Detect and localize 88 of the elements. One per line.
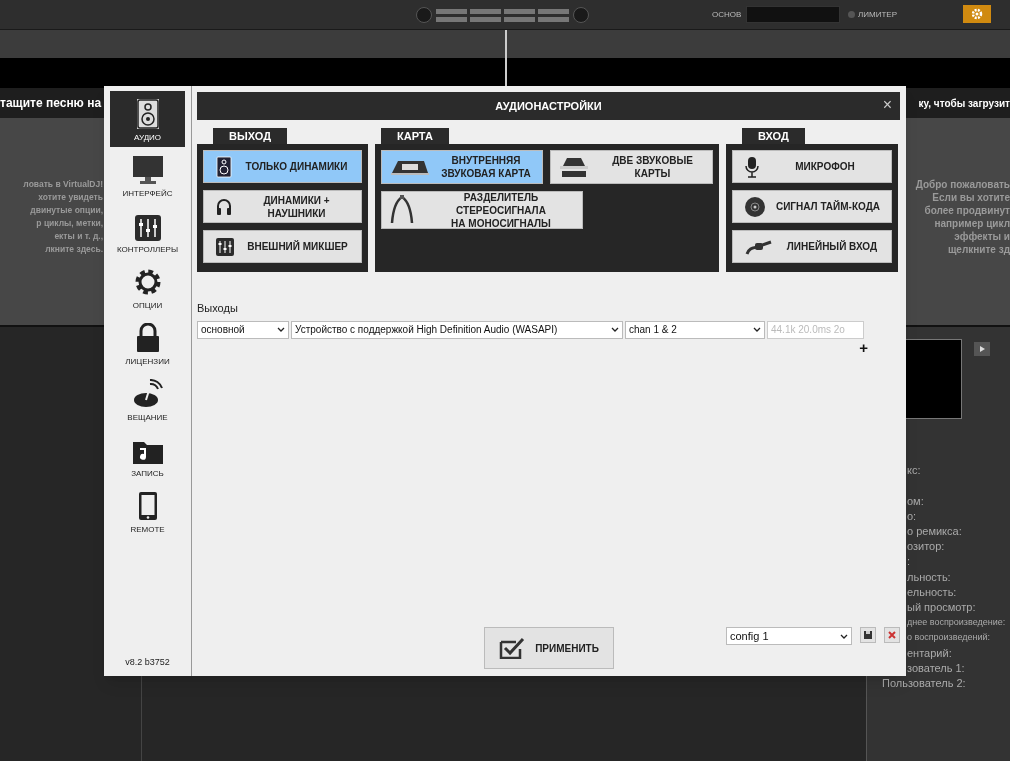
info-label: льность: xyxy=(907,569,951,585)
sidebar-tab[interactable]: REMOTE xyxy=(110,483,185,539)
info-label: о воспроизведений: xyxy=(907,630,990,644)
welcome-text: например цикл xyxy=(934,217,1010,230)
option-button[interactable]: МИКРОФОН xyxy=(732,150,892,183)
info-label: о: xyxy=(907,508,917,524)
play-button[interactable] xyxy=(974,342,990,356)
info-label: ентарий: xyxy=(907,645,952,661)
play-icon xyxy=(979,346,985,352)
microphone-icon xyxy=(745,155,759,178)
info-label: кс: xyxy=(907,463,921,479)
save-button[interactable] xyxy=(860,627,876,643)
info-label: о ремикса: xyxy=(907,524,962,540)
splitter-cable-icon xyxy=(388,195,416,225)
chevron-icon xyxy=(611,327,619,332)
knob-icon xyxy=(416,7,432,23)
option-button[interactable]: ДИНАМИКИ + НАУШНИКИ xyxy=(203,190,362,223)
sidebar-tab[interactable]: АУДИО xyxy=(110,91,185,147)
music-folder-icon xyxy=(131,439,164,465)
info-label: ельность: xyxy=(907,584,957,600)
welcome-text: щелкните зд xyxy=(947,243,1010,256)
option-button[interactable]: ВНЕШНИЙ МИКШЕР xyxy=(203,230,362,263)
drop-hint: ку, чтобы загрузит xyxy=(918,96,1010,111)
sound-cards-icon xyxy=(559,156,589,178)
chevron-icon xyxy=(277,327,285,332)
speaker-icon xyxy=(136,99,159,129)
welcome-text: екты и т. д., xyxy=(53,230,103,243)
dialog-title: АУДИОНАСТРОЙКИ xyxy=(495,98,602,114)
option-button[interactable]: ЛИНЕЙНЫЙ ВХОД xyxy=(732,230,892,263)
version-label: v8.2 b3752 xyxy=(124,655,171,669)
option-button[interactable]: ВНУТРЕННЯЯ ЗВУКОВАЯ КАРТА xyxy=(381,150,543,184)
info-label: : xyxy=(907,554,911,570)
monitor-icon xyxy=(131,155,164,185)
drop-hint: тащите песню на xyxy=(0,95,102,112)
info-label: ом: xyxy=(907,493,924,509)
sidebar-tab[interactable]: ВЕЩАНИЕ xyxy=(110,371,185,427)
settings-button[interactable] xyxy=(963,5,991,23)
buffer-info-field: 44.1k 20.0ms 2o xyxy=(767,320,864,339)
sidebar-tab[interactable]: ЛИЦЕНЗИИ xyxy=(110,315,185,371)
close-button[interactable]: × xyxy=(882,95,892,115)
welcome-text: эффекты и xyxy=(954,230,1010,243)
chevron-icon xyxy=(840,633,848,639)
checkmark-icon xyxy=(499,637,526,659)
close-icon xyxy=(888,631,896,639)
welcome-text: ловать в VirtualDJ! xyxy=(22,178,103,191)
info-label: Пользователь 2: xyxy=(882,675,966,691)
option-button[interactable]: ДВЕ ЗВУКОВЫЕ КАРТЫ xyxy=(550,150,713,184)
welcome-text: р циклы, метки, xyxy=(35,217,103,230)
master-label: ОСНОВ xyxy=(712,9,742,21)
option-button[interactable]: ТОЛЬКО ДИНАМИКИ xyxy=(203,150,362,183)
chevron-icon xyxy=(753,327,761,332)
info-label: ый просмотр: xyxy=(907,600,976,616)
welcome-text: лкните здесь. xyxy=(44,243,103,256)
limiter-led-icon xyxy=(848,11,855,18)
welcome-text: двинутые опции, xyxy=(29,204,103,217)
add-button[interactable]: + xyxy=(859,338,868,357)
headphones-icon xyxy=(216,197,232,216)
mixer-icon xyxy=(216,237,234,256)
welcome-text: Если вы хотите xyxy=(932,191,1010,204)
config-dropdown[interactable]: config 1 xyxy=(726,627,852,645)
limiter-label: ЛИМИТЕР xyxy=(858,9,897,21)
info-label: зователь 1: xyxy=(907,660,965,676)
knob-icon xyxy=(573,7,589,23)
sidebar-tab[interactable]: КОНТРОЛЛЕРЫ xyxy=(110,203,185,259)
delete-button[interactable] xyxy=(884,627,900,643)
info-label: днее воспроизведение: xyxy=(907,615,1006,629)
sidebar-tab[interactable]: ОПЦИИ xyxy=(110,259,185,315)
dish-icon xyxy=(132,379,163,409)
gear-icon xyxy=(971,8,983,20)
welcome-text: Добро пожаловать xyxy=(915,178,1010,191)
lock-icon xyxy=(135,323,160,353)
sound-card-icon xyxy=(390,158,430,176)
welcome-text: более продвинут xyxy=(924,204,1010,217)
info-label: озитор: xyxy=(907,539,945,555)
sidebar-tab[interactable]: ЗАПИСЬ xyxy=(110,427,185,483)
sidebar-tab[interactable]: ИНТЕРФЕЙС xyxy=(110,147,185,203)
welcome-text: хотите увидеть xyxy=(37,191,103,204)
option-button[interactable]: СИГНАЛ ТАЙМ-КОДА xyxy=(732,190,892,223)
option-button[interactable]: РАЗДЕЛИТЕЛЬ СТЕРЕОСИГНАЛА НА МОНОСИГНАЛЫ xyxy=(381,191,583,229)
dropdown[interactable]: chan 1 & 2 xyxy=(625,320,765,339)
section-label: Выходы xyxy=(197,301,239,316)
speaker-icon xyxy=(216,155,232,178)
mixer-icon xyxy=(134,215,161,241)
dropdown[interactable]: Устройство с поддержкой High Definition Audio (WASAPI) xyxy=(291,320,623,339)
apply-button[interactable]: ПРИМЕНИТЬ xyxy=(484,627,614,669)
tablet-icon xyxy=(137,491,158,521)
disc-icon xyxy=(745,196,765,217)
dropdown[interactable]: основной xyxy=(197,320,289,339)
